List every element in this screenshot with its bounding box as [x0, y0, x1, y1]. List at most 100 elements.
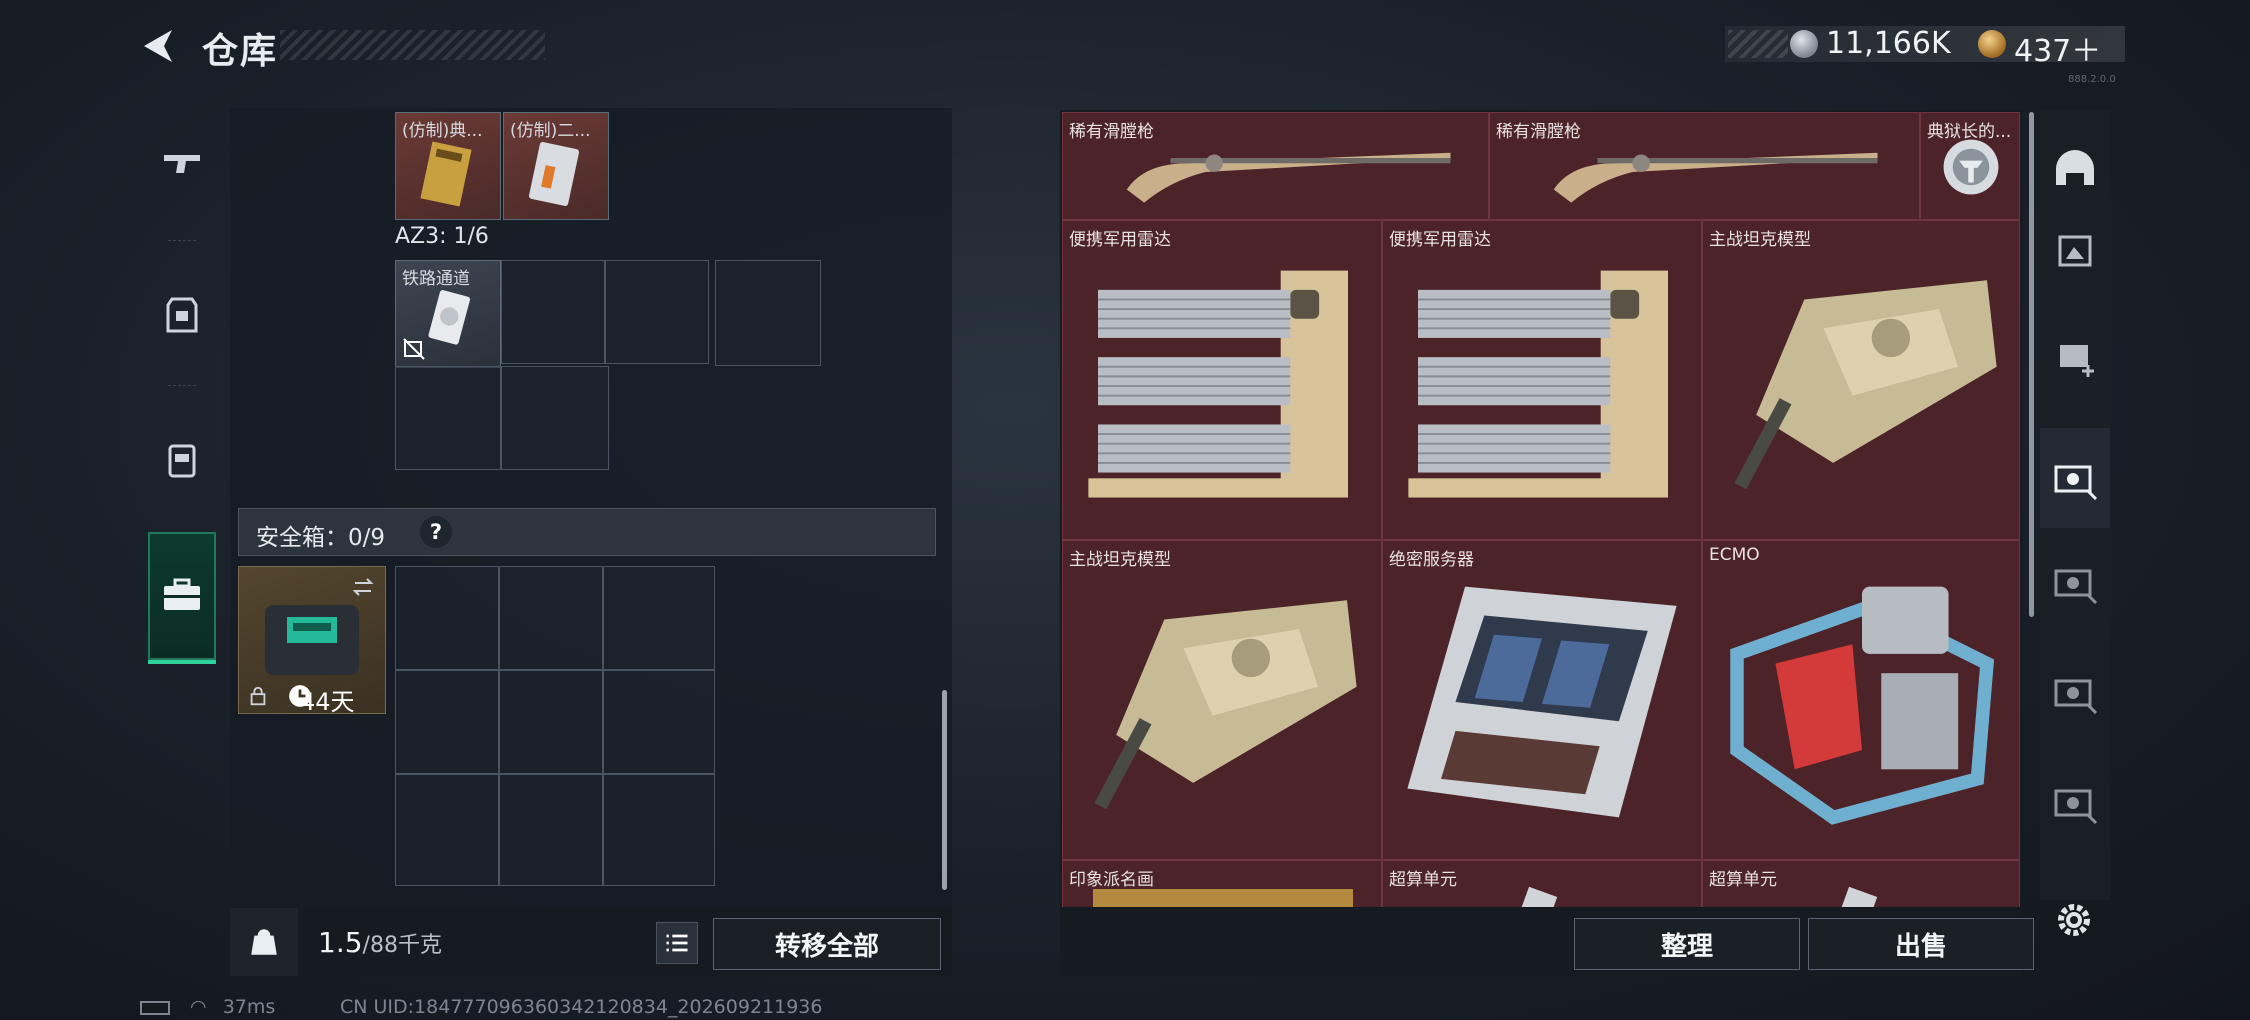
stash-item[interactable]: 印象派名画 — [1062, 860, 1382, 907]
ecmo-icon — [1730, 586, 1995, 825]
category-v[interactable] — [2040, 752, 2110, 852]
vest-icon — [166, 297, 198, 333]
safe-slot[interactable] — [499, 670, 603, 774]
empty-slot[interactable] — [605, 260, 709, 364]
back-arrow-icon[interactable] — [140, 26, 180, 66]
inventory-item[interactable]: (仿制)二... — [503, 112, 609, 220]
rail-item-weapons[interactable] — [138, 100, 226, 230]
empty-slot[interactable] — [501, 366, 609, 470]
stash-item[interactable]: 超算单元 — [1382, 860, 1702, 907]
build-number: 888.2.0.0 — [2068, 74, 2116, 85]
rail-item-backpack[interactable] — [138, 395, 226, 525]
status-bar: ◠ 37ms — [140, 996, 275, 1018]
weight-capacity: /88千克 — [362, 933, 442, 958]
rail-divider — [168, 385, 196, 386]
weight-value: 1.5 — [318, 926, 363, 959]
settings-gear-icon[interactable] — [2052, 898, 2096, 942]
user-uid: CN UID:184777096360342120834_20260921193… — [340, 996, 823, 1018]
empty-slot[interactable] — [501, 260, 605, 364]
safe-slot[interactable] — [499, 566, 603, 670]
gpu-icon — [2058, 235, 2092, 267]
battery-icon — [140, 1000, 170, 1015]
stash-item[interactable]: 典狱长的... — [1920, 112, 2020, 220]
list-icon — [666, 934, 688, 952]
iv-add-icon — [2060, 345, 2094, 377]
silver-currency-value: 11,166K — [1826, 26, 1951, 61]
rail-item-vest[interactable] — [138, 250, 226, 380]
stash-grid: 稀有滑膛枪 稀有滑膛枪 典狱长的... 便携军用雷达 便携军用雷达 主战坦克模型 — [1062, 112, 2020, 907]
stash-item[interactable]: 主战坦克模型 — [1702, 220, 2020, 540]
list-view-button[interactable] — [656, 922, 698, 964]
gold-coin-icon — [1978, 30, 2006, 58]
supercomputer-part — [1518, 886, 1558, 907]
safe-slot[interactable] — [395, 774, 499, 886]
ticket-icon — [428, 290, 471, 345]
sort-button[interactable]: 整理 — [1574, 918, 1800, 970]
page-title: 仓库 — [202, 31, 279, 72]
sell-button[interactable]: 出售 — [1808, 918, 2034, 970]
inventory-item[interactable]: 铁路通道 — [395, 260, 501, 368]
musket-icon — [1126, 152, 1451, 203]
safe-slot[interactable] — [603, 670, 715, 774]
weight-icon — [251, 929, 277, 955]
gold-currency-value[interactable]: 437＋ — [2014, 26, 2101, 70]
stash-item[interactable]: 稀有滑膛枪 — [1489, 112, 1920, 220]
server-icon — [1407, 586, 1677, 818]
category-iv-add[interactable] — [2040, 306, 2110, 406]
safe-slot[interactable] — [603, 566, 715, 670]
helmet-icon — [2056, 150, 2094, 185]
weight-readout: 1.5/88千克 — [318, 926, 442, 959]
safe-slot[interactable] — [395, 670, 499, 774]
category-v[interactable] — [2040, 532, 2110, 632]
az3-container-label: AZ3: 1/6 — [395, 224, 489, 249]
stash-scrollbar[interactable] — [2029, 112, 2034, 617]
category-v[interactable] — [2040, 642, 2110, 742]
no-loss-icon — [403, 338, 425, 360]
safe-slot[interactable] — [603, 774, 715, 886]
transfer-all-button[interactable]: 转移全部 — [713, 918, 941, 970]
swap-icon — [352, 578, 374, 596]
painting-frame — [1093, 889, 1353, 907]
v-card-icon — [2054, 465, 2098, 501]
safe-slot[interactable] — [395, 566, 499, 670]
category-v-active[interactable] — [2040, 428, 2110, 528]
stash-item[interactable]: 稀有滑膛枪 — [1062, 112, 1489, 220]
tank-icon — [1734, 280, 1997, 490]
lock-icon — [250, 686, 266, 706]
musket-icon — [1553, 152, 1878, 203]
inventory-scrollbar[interactable] — [942, 690, 947, 890]
rail-divider — [168, 240, 196, 241]
safe-case-icon — [265, 605, 359, 675]
inventory-item[interactable]: (仿制)典... — [395, 112, 501, 220]
stash-item[interactable]: 主战坦克模型 — [1062, 540, 1382, 860]
stash-item[interactable]: 绝密服务器 — [1382, 540, 1702, 860]
category-gpu[interactable] — [2040, 200, 2110, 300]
safe-slot[interactable] — [499, 774, 603, 886]
stash-item[interactable]: ECMO — [1702, 540, 2020, 860]
v-card-icon — [2054, 679, 2098, 715]
empty-slot[interactable] — [715, 260, 821, 366]
v-card-icon — [2054, 789, 2098, 825]
case-remaining-days: 44天 — [300, 688, 355, 716]
rail-item-safe-case[interactable] — [148, 532, 216, 660]
title-stripe — [280, 30, 545, 60]
silver-coin-icon — [1790, 30, 1818, 58]
radar-icon — [1088, 270, 1348, 498]
medal-icon — [1943, 139, 1999, 195]
safe-box-label: 安全箱：0/9 — [256, 525, 386, 551]
weight-icon-box — [230, 908, 298, 976]
radar-icon — [1408, 270, 1668, 498]
active-indicator — [148, 660, 216, 664]
help-icon[interactable]: ? — [420, 516, 452, 548]
wifi-icon: ◠ — [190, 996, 207, 1018]
documents-icon — [420, 141, 472, 207]
empty-slot[interactable] — [395, 366, 501, 470]
stash-item[interactable]: 便携军用雷达 — [1062, 220, 1382, 540]
card-icon — [528, 142, 580, 206]
currency-stripe — [1728, 30, 1788, 58]
stash-item[interactable]: 便携军用雷达 — [1382, 220, 1702, 540]
backpack-icon — [168, 444, 196, 478]
ping-value: 37ms — [222, 996, 276, 1018]
stash-item[interactable]: 超算单元 — [1702, 860, 2020, 907]
supercomputer-part — [1838, 886, 1878, 907]
